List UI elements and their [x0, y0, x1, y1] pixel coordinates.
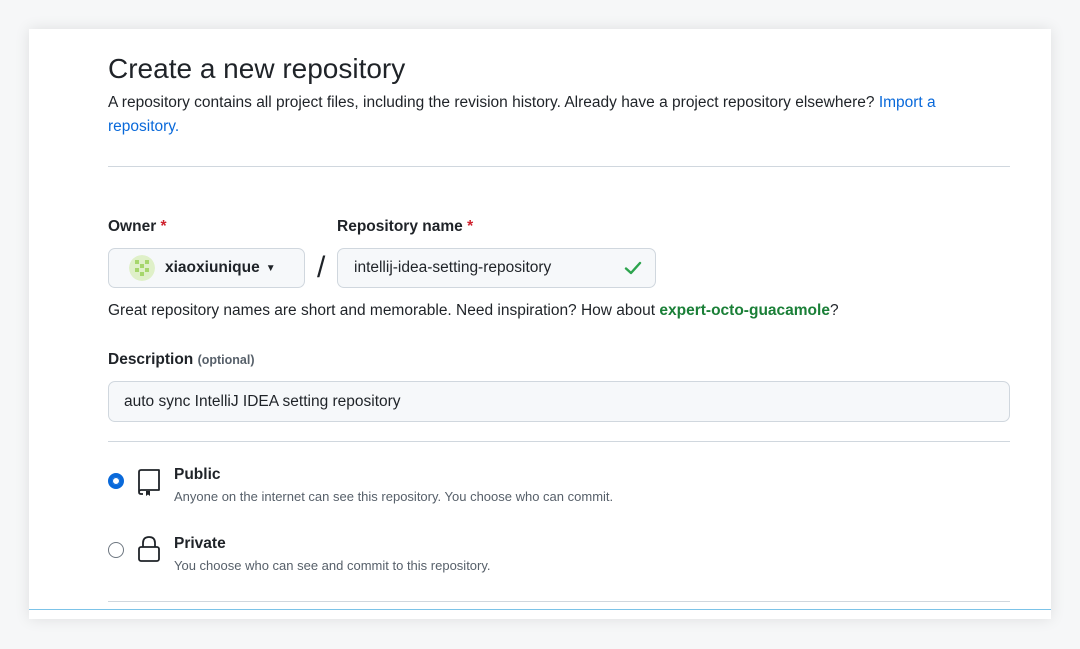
required-mark: *: [160, 218, 167, 235]
owner-label-text: Owner: [108, 218, 157, 235]
visibility-option-private[interactable]: Private You choose who can see and commi…: [108, 534, 1010, 584]
description-label: Description (optional): [108, 351, 255, 369]
repo-icon: [138, 469, 160, 496]
caret-down-icon: ▼: [265, 262, 276, 274]
description-label-text: Description: [108, 351, 194, 368]
bottom-border: [29, 609, 1051, 610]
divider: [108, 166, 1010, 167]
owner-label: Owner *: [108, 218, 167, 236]
optional-tag: (optional): [197, 353, 255, 367]
private-radio[interactable]: [108, 542, 124, 558]
repository-name-label-text: Repository name: [337, 218, 463, 235]
avatar: [129, 255, 155, 281]
lock-icon: [138, 536, 160, 562]
divider: [108, 441, 1010, 442]
repository-name-hint: Great repository names are short and mem…: [108, 302, 839, 320]
public-description: Anyone on the internet can see this repo…: [174, 489, 614, 504]
description-value: auto sync IntelliJ IDEA setting reposito…: [124, 392, 401, 410]
public-title: Public: [174, 466, 221, 483]
private-description: You choose who can see and commit to thi…: [174, 558, 491, 573]
visibility-option-public[interactable]: Public Anyone on the internet can see th…: [108, 465, 1010, 515]
suggested-name-link[interactable]: expert-octo-guacamole: [659, 302, 830, 319]
repository-name-value: intellij-idea-setting-repository: [354, 259, 552, 276]
create-repo-form: Create a new repository A repository con…: [29, 29, 1051, 619]
hint-suffix: ?: [829, 302, 839, 319]
owner-name: xiaoxiunique: [165, 259, 260, 276]
required-mark: *: [467, 218, 474, 235]
repository-name-label: Repository name *: [337, 218, 473, 236]
page-subtitle: A repository contains all project files,…: [108, 91, 988, 139]
subtitle-text: A repository contains all project files,…: [108, 94, 875, 111]
private-title: Private: [174, 535, 226, 552]
page-title: Create a new repository: [108, 53, 406, 84]
check-icon: [624, 261, 642, 275]
description-input[interactable]: auto sync IntelliJ IDEA setting reposito…: [108, 381, 1010, 422]
divider: [108, 601, 1010, 602]
hint-text: Great repository names are short and mem…: [108, 302, 656, 319]
public-radio[interactable]: [108, 473, 124, 489]
owner-repo-separator: /: [317, 251, 326, 284]
owner-select-button[interactable]: xiaoxiunique ▼: [108, 248, 305, 288]
repository-name-input[interactable]: intellij-idea-setting-repository: [337, 248, 656, 288]
